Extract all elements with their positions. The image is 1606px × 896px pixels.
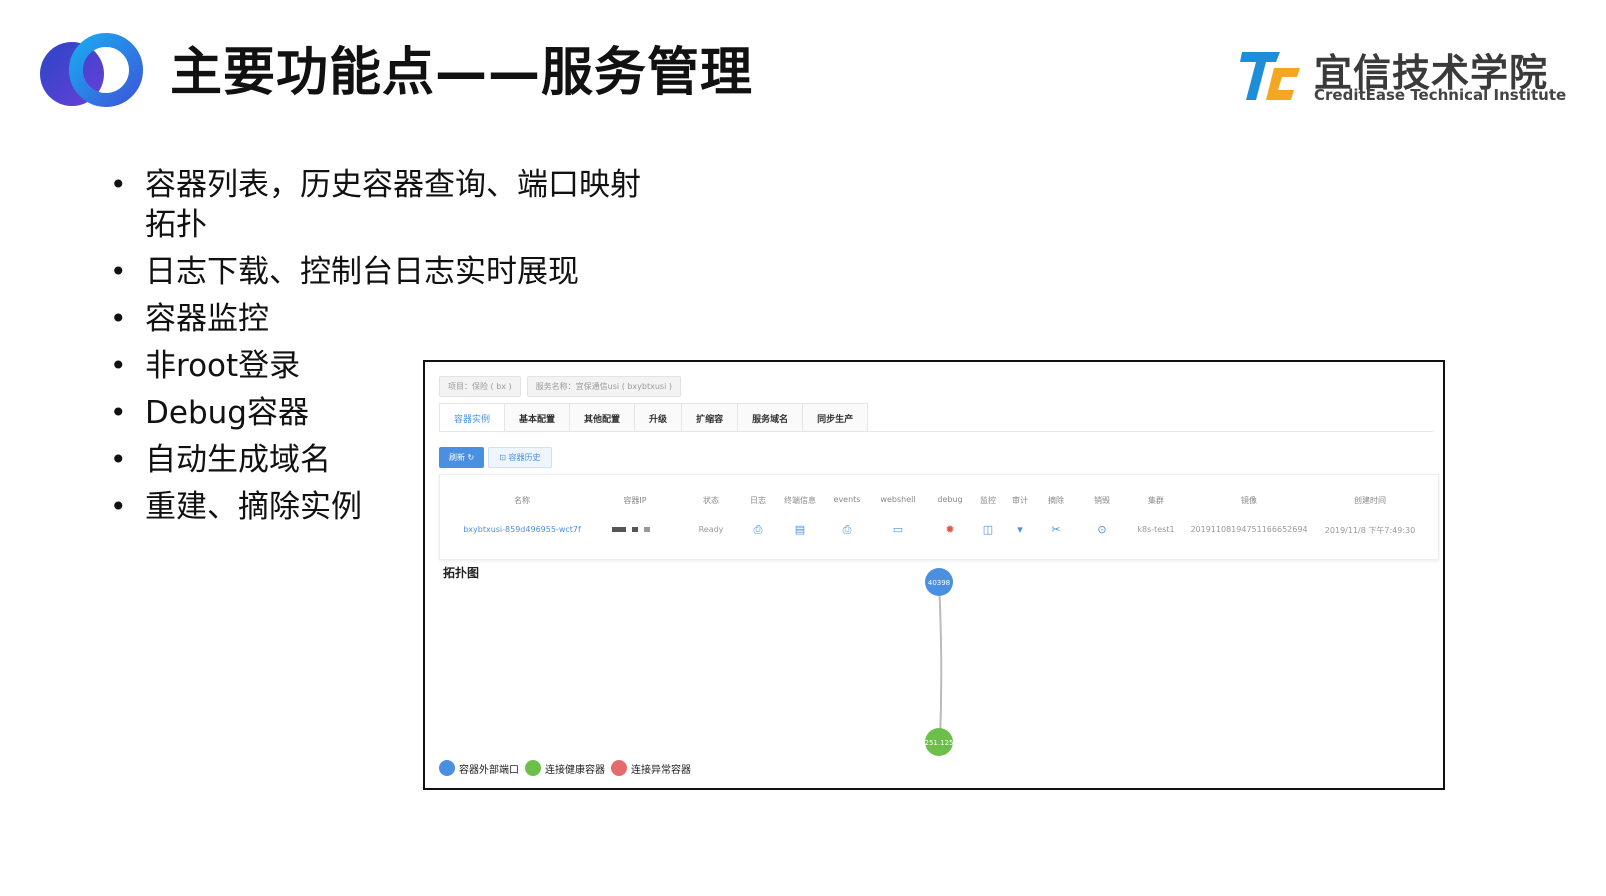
tab-scaling[interactable]: 扩缩容 (681, 403, 739, 431)
debug-bug-icon[interactable]: ✹ (945, 523, 954, 536)
tab-upgrade[interactable]: 升级 (634, 403, 683, 431)
bullet-item: • 日志下载、控制台日志实时展现 (110, 252, 641, 292)
bullet-dot: • (110, 255, 127, 288)
container-table: 名称 容器IP 状态 日志 终端信息 events webshell debug… (439, 474, 1439, 560)
bullet-dot: • (110, 396, 127, 429)
topology-title: 拓扑图 (443, 566, 480, 580)
table-header: 摘除 (1048, 496, 1064, 505)
action-buttons: 刷新 ↻ ⊡ 容器历史 (439, 447, 552, 468)
topology-node-healthy[interactable] (925, 728, 953, 756)
remove-scissors-icon[interactable]: ✂ (1051, 523, 1060, 536)
table-header: webshell (880, 495, 916, 504)
topology-node-external[interactable] (925, 568, 953, 596)
bullet-item: • 容器列表，历史容器查询、端口映射 拓扑 (110, 165, 641, 245)
topology-legend: 容器外部端口 连接健康容器 连接异常容器 (439, 760, 693, 776)
bullet-text: 非root登录 (145, 348, 301, 384)
table-header: 状态 (703, 496, 719, 505)
slide-title: 主要功能点——服务管理 (170, 43, 754, 103)
tab-service-domain[interactable]: 服务域名 (737, 403, 804, 431)
bullet-dot: • (110, 168, 127, 201)
table-header: events (833, 495, 861, 504)
table-header: 集群 (1148, 496, 1164, 505)
brand-logo: 宜信技术学院 CreditEase Technical Institute (1240, 42, 1570, 108)
container-history-label: 容器历史 (508, 453, 541, 462)
table-header: 创建时间 (1354, 496, 1386, 505)
bullet-text: 重建、摘除实例 (145, 489, 362, 525)
destroy-icon[interactable]: ⊙ (1097, 523, 1106, 536)
legend-label: 容器外部端口 (459, 764, 519, 776)
webshell-icon[interactable]: ▭ (893, 523, 903, 536)
refresh-button[interactable]: 刷新 ↻ (439, 447, 485, 468)
bullet-text: 日志下载、控制台日志实时展现 (145, 254, 579, 290)
monitor-icon[interactable]: ◫ (983, 523, 993, 536)
history-icon: ⊡ (499, 453, 509, 462)
topology-node-external-label: 40398 (928, 579, 950, 587)
bullet-text: Debug容器 (145, 395, 309, 431)
container-name-link[interactable]: bxybtxusi-859d496955-wct7f (463, 525, 581, 534)
log-download-icon[interactable]: ⎙ (754, 523, 763, 537)
tab-sync-production[interactable]: 同步生产 (802, 403, 869, 431)
cluster-value: k8s-test1 (1137, 525, 1175, 534)
table-header: 终端信息 (784, 496, 816, 505)
table-header: 镜像 (1241, 496, 1257, 505)
legend-swatch-healthy (525, 760, 541, 776)
table-header: debug (937, 495, 963, 504)
tab-other-config[interactable]: 其他配置 (569, 403, 636, 431)
legend-swatch-error (611, 760, 627, 776)
audit-icon[interactable]: ▾ (1017, 523, 1023, 536)
table-header: 名称 (514, 496, 530, 505)
events-icon[interactable]: ⎙ (843, 523, 852, 537)
bullet-dot: • (110, 490, 127, 523)
tab-container-instances[interactable]: 容器实例 (439, 403, 506, 431)
table-header: 日志 (750, 496, 766, 505)
brand-mark-icon (1240, 52, 1300, 100)
tab-bar: 容器实例 基本配置 其他配置 升级 扩缩容 服务域名 同步生产 (439, 403, 1433, 432)
image-value: 20191108194751166652694 (1190, 525, 1308, 534)
bullet-dot: • (110, 443, 127, 476)
presentation-logo (40, 33, 143, 107)
container-history-button[interactable]: ⊡ 容器历史 (488, 447, 552, 468)
breadcrumb: 项目：保险 ( bx ) 服务名称：宜保通信usi ( bxybtxusi ) (439, 376, 681, 397)
bullet-item: • 容器监控 (110, 299, 641, 339)
table-header: 审计 (1012, 496, 1028, 505)
legend-label: 连接异常容器 (631, 764, 691, 776)
status-badge: Ready (698, 525, 724, 534)
table-header: 容器IP (623, 496, 647, 505)
terminal-info-icon[interactable]: ▤ (795, 523, 805, 536)
topology-edge (938, 581, 943, 743)
table-header: 监控 (980, 496, 996, 505)
container-ip-redacted (612, 527, 650, 532)
bullet-text: 容器列表，历史容器查询、端口映射 (145, 167, 641, 203)
bullet-text: 自动生成域名 (145, 442, 331, 478)
bullet-dot: • (110, 349, 127, 382)
breadcrumb-project[interactable]: 项目：保险 ( bx ) (439, 376, 521, 397)
service-management-screenshot: 项目：保险 ( bx ) 服务名称：宜保通信usi ( bxybtxusi ) … (423, 360, 1445, 790)
tab-basic-config[interactable]: 基本配置 (504, 403, 571, 431)
legend-swatch-external (439, 760, 455, 776)
brand-name-en: CreditEase Technical Institute (1314, 86, 1567, 104)
legend-label: 连接健康容器 (545, 764, 605, 776)
created-time-value: 2019/11/8 下午7:49:30 (1324, 526, 1416, 535)
bullet-text-continued: 拓扑 (145, 207, 207, 243)
table-header: 销毁 (1094, 496, 1110, 505)
breadcrumb-service[interactable]: 服务名称：宜保通信usi ( bxybtxusi ) (526, 376, 681, 397)
bullet-text: 容器监控 (145, 301, 269, 337)
topology-node-healthy-label: 10.251.125.36 (913, 739, 965, 747)
bullet-dot: • (110, 302, 127, 335)
